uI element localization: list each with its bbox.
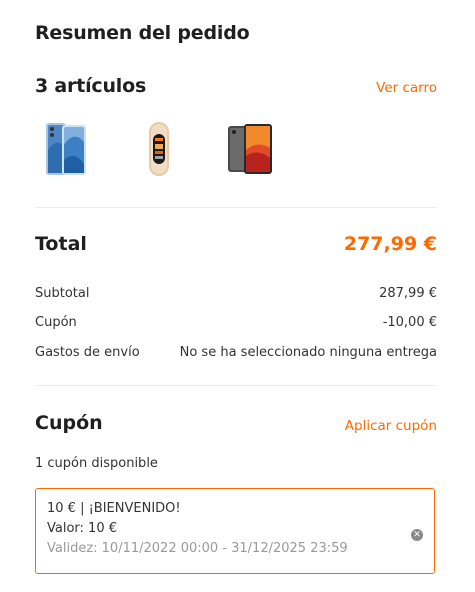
coupon-discount-row: Cupón -10,00 € [35, 315, 437, 330]
total-value: 277,99 € [343, 233, 437, 255]
subtotal-row: Subtotal 287,99 € [35, 286, 437, 301]
divider [35, 207, 437, 208]
total-label: Total [35, 233, 87, 255]
shipping-label: Gastos de envío [35, 345, 140, 360]
product-thumbnails [42, 120, 318, 178]
shipping-row: Gastos de envío No se ha seleccionado ni… [35, 345, 437, 360]
coupon-discount-label: Cupón [35, 315, 77, 330]
view-cart-link[interactable]: Ver carro [376, 80, 437, 96]
divider [35, 385, 437, 386]
smartphone-product-image[interactable] [42, 120, 94, 178]
coupon-discount-value: -10,00 € [382, 315, 437, 330]
smart-band-product-image[interactable] [134, 120, 186, 178]
coupon-card[interactable]: 10 € | ¡BIENVENIDO! Valor: 10 € Validez:… [35, 488, 435, 574]
coupon-validity: Validez: 10/11/2022 00:00 - 31/12/2025 2… [47, 541, 348, 556]
coupon-value: Valor: 10 € [47, 521, 117, 536]
coupon-section-title: Cupón [35, 412, 103, 434]
subtotal-label: Subtotal [35, 286, 90, 301]
page-title: Resumen del pedido [35, 22, 250, 44]
close-circle-icon[interactable]: ✕ [411, 529, 423, 541]
tablet-product-image[interactable] [226, 120, 278, 178]
subtotal-value: 287,99 € [379, 286, 437, 301]
shipping-value: No se ha seleccionado ninguna entrega [179, 345, 437, 360]
coupon-available-text: 1 cupón disponible [35, 456, 158, 471]
items-count: 3 artículos [35, 75, 147, 97]
coupon-name: 10 € | ¡BIENVENIDO! [47, 501, 181, 516]
apply-coupon-link[interactable]: Aplicar cupón [345, 418, 437, 434]
